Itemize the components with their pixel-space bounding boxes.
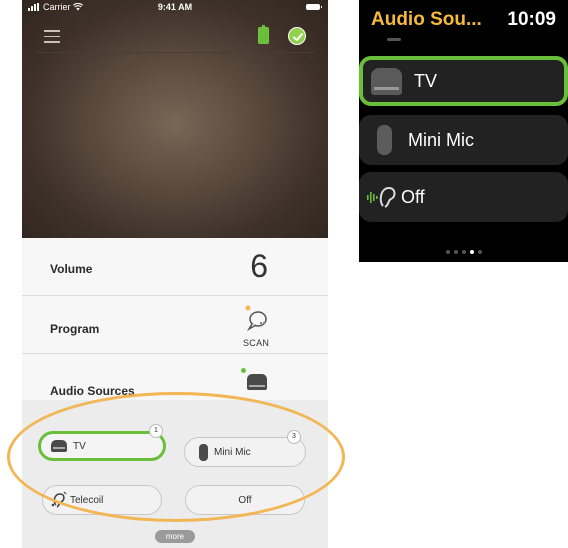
watch-item-label: TV xyxy=(414,70,438,91)
tv-icon xyxy=(247,374,267,390)
source-button-telecoil[interactable]: Telecoil xyxy=(42,485,162,515)
audio-source-selector: TV 1 Mini Mic 3 Telecoil Off more xyxy=(22,400,328,548)
volume-row[interactable]: Volume 6 xyxy=(22,238,328,296)
apple-watch-screen: Audio Sou... 10:09 TV Mini Mic Off xyxy=(359,0,568,262)
mini-mic-icon xyxy=(199,443,208,461)
source-button-off[interactable]: Off xyxy=(185,485,305,515)
telecoil-ear-icon xyxy=(51,491,67,508)
more-button[interactable]: more xyxy=(155,530,195,543)
program-scan-icon xyxy=(245,305,267,332)
source-label: Telecoil xyxy=(70,494,104,506)
program-label: Program xyxy=(50,322,100,336)
watch-item-label: Off xyxy=(401,186,425,207)
watch-item-mini-mic[interactable]: Mini Mic xyxy=(359,115,568,165)
hearing-aid-hero: Carrier 9:41 AM xyxy=(22,0,328,238)
active-dot-icon xyxy=(241,368,246,373)
audio-sources-label: Audio Sources xyxy=(50,384,135,398)
topbar-divider xyxy=(36,52,314,53)
telecoil-ear-icon xyxy=(367,186,396,208)
battery-icon xyxy=(258,25,269,44)
source-label: Mini Mic xyxy=(214,446,251,458)
watch-item-label: Mini Mic xyxy=(408,129,474,150)
watch-time: 10:09 xyxy=(507,9,556,30)
iphone-screen: Carrier 9:41 AM Volume 6 Program SCAN Au… xyxy=(22,0,328,548)
status-time: 9:41 AM xyxy=(157,2,193,12)
program-row[interactable]: Program SCAN xyxy=(22,296,328,354)
source-button-tv[interactable]: TV 1 xyxy=(38,424,166,461)
scroll-peek-indicator xyxy=(387,38,401,41)
volume-value: 6 xyxy=(250,248,268,284)
source-button-mini-mic[interactable]: Mini Mic 3 xyxy=(184,430,306,467)
page-dot xyxy=(469,250,474,254)
phone-battery-icon xyxy=(306,4,322,10)
watch-item-tv[interactable]: TV xyxy=(359,56,568,106)
page-dot xyxy=(453,250,458,254)
check-circle-icon[interactable] xyxy=(288,27,306,45)
page-dot xyxy=(477,250,482,254)
source-badge: 1 xyxy=(149,424,163,438)
source-badge: 3 xyxy=(287,430,301,444)
status-bar: Carrier 9:41 AM xyxy=(22,0,328,14)
mini-mic-icon xyxy=(377,125,392,155)
source-label: TV xyxy=(73,440,86,452)
volume-label: Volume xyxy=(50,262,93,276)
hamburger-icon[interactable] xyxy=(44,30,60,47)
program-value: SCAN xyxy=(243,338,270,348)
tv-icon xyxy=(51,440,67,452)
page-dot xyxy=(461,250,466,254)
page-dot xyxy=(445,250,450,254)
page-indicator xyxy=(359,250,568,254)
tv-icon xyxy=(371,67,402,95)
watch-title: Audio Sou... xyxy=(371,9,482,30)
source-label: Off xyxy=(238,494,252,506)
watch-item-off[interactable]: Off xyxy=(359,172,568,222)
